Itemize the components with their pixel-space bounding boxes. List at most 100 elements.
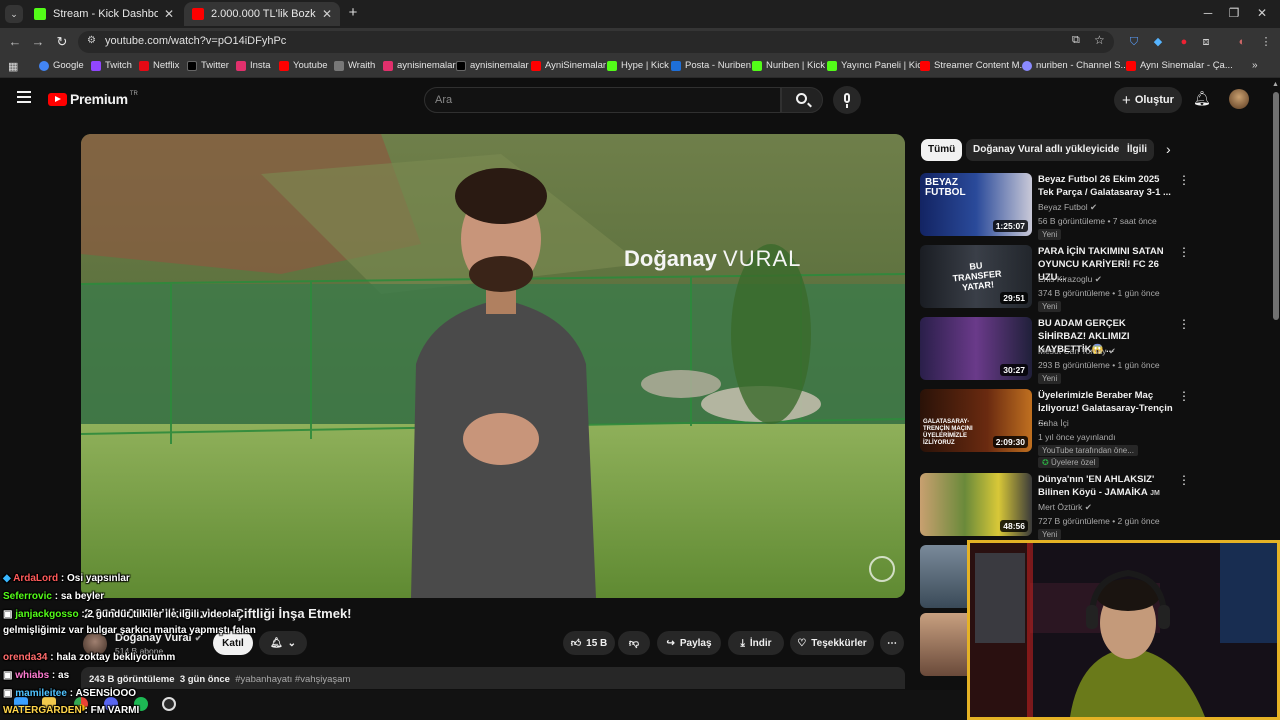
chip-from-uploader[interactable]: Doğanay Vural adlı yükleyiciden bbox=[966, 139, 1133, 161]
chat-badge-icon: ▣ bbox=[3, 688, 13, 699]
search-button[interactable] bbox=[781, 87, 823, 113]
avatar[interactable] bbox=[1229, 89, 1249, 109]
scroll-up-arrow[interactable]: ▲ bbox=[1272, 81, 1279, 88]
tab-close-icon[interactable]: ✕ bbox=[322, 7, 332, 21]
bookmark-star-icon[interactable]: ☆ bbox=[1094, 33, 1105, 47]
forward-icon[interactable]: → bbox=[28, 33, 48, 51]
bookmark-nuriben-kick[interactable]: Nuriben | Kick bbox=[752, 60, 825, 71]
related-video[interactable]: 48:56 Dünya'nın 'EN AHLAKSIZ' Bilinen Kö… bbox=[920, 473, 1190, 543]
share-button[interactable]: ↪ Paylaş bbox=[657, 631, 721, 655]
thumbnail-text: GALATASARAY-TRENÇİN MAÇINI ÜYELERİMİZLE … bbox=[923, 419, 973, 446]
new-tab-button[interactable]: + bbox=[345, 4, 361, 22]
tab-close-icon[interactable]: ✕ bbox=[164, 7, 174, 21]
bookmark-posta[interactable]: Posta - Nuriben bbox=[671, 60, 751, 71]
related-video[interactable]: BU TRANSFER YATAR! 29:51 PARA İÇİN TAKIM… bbox=[920, 245, 1190, 315]
more-options-icon[interactable]: ⋮ bbox=[1178, 173, 1190, 187]
extension-shield-icon[interactable]: ⛉ bbox=[1126, 34, 1142, 50]
video-thumbnail[interactable]: BEYAZ FUTBOL 1:25:07 bbox=[920, 173, 1032, 236]
browser-tab-kick-dashboard[interactable]: Stream - Kick Dashboard ✕ bbox=[26, 2, 182, 26]
related-video-thumbnail-partial[interactable] bbox=[920, 545, 968, 608]
reload-icon[interactable]: ↻ bbox=[52, 33, 72, 51]
page-scrollbar-thumb[interactable] bbox=[1273, 92, 1279, 320]
video-thumbnail[interactable]: 48:56 bbox=[920, 473, 1032, 536]
bookmark-hype-kick[interactable]: Hype | Kick bbox=[607, 60, 669, 71]
obs-icon[interactable] bbox=[162, 697, 176, 711]
extensions-puzzle-icon[interactable]: ⧈ bbox=[1198, 34, 1214, 50]
bookmark-ayni-sinemalar-ca[interactable]: Aynı Sinemalar - Ça... bbox=[1126, 60, 1233, 71]
channel-watermark-icon[interactable] bbox=[869, 556, 895, 582]
bookmark-channel-s[interactable]: nuriben - Channel S... bbox=[1022, 60, 1128, 71]
bookmark-netflix[interactable]: Netflix bbox=[139, 60, 179, 71]
maximize-window-button[interactable]: ❐ bbox=[1224, 4, 1244, 22]
video-player[interactable]: Doğanay VURAL bbox=[81, 134, 905, 598]
bookmark-aynisinemalar-x[interactable]: aynisinemalar bbox=[456, 60, 529, 71]
notifications-bell-icon[interactable]: 🔔︎ bbox=[1193, 90, 1211, 107]
related-meta: 727 B görüntüleme • 2 gün önce bbox=[1038, 516, 1160, 526]
bookmark-label: Twitch bbox=[105, 60, 132, 71]
bookmark-wraith[interactable]: Wraith bbox=[334, 60, 375, 71]
video-thumbnail[interactable]: 30:27 bbox=[920, 317, 1032, 380]
related-channel-name[interactable]: Saha İçi bbox=[1038, 418, 1069, 428]
cast-icon[interactable]: ⧉ bbox=[1072, 34, 1080, 47]
youtube-icon bbox=[1126, 60, 1136, 71]
chip-all[interactable]: Tümü bbox=[921, 139, 963, 161]
bookmark-aynisinemalar-yt[interactable]: AyniSinemalar bbox=[531, 60, 606, 71]
related-channel-name[interactable]: Beyaz Futbol ✔︎ bbox=[1038, 202, 1097, 213]
related-video[interactable]: 30:27 BU ADAM GERÇEK SİHİRBAZ! AKLIMIZI … bbox=[920, 317, 1190, 387]
bookmark-youtube[interactable]: Youtube bbox=[279, 60, 328, 71]
share-icon: ↪ bbox=[666, 637, 675, 649]
tab-search-button[interactable]: ⌄ bbox=[5, 5, 23, 23]
bookmark-twitch[interactable]: Twitch bbox=[91, 60, 132, 71]
apps-grid-icon[interactable]: ▦ bbox=[8, 60, 18, 73]
related-video[interactable]: GALATASARAY-TRENÇİN MAÇINI ÜYELERİMİZLE … bbox=[920, 389, 1190, 469]
address-bar[interactable]: ⚙ youtube.com/watch?v=pO14iDFyhPc ⧉ ☆ bbox=[78, 31, 1114, 53]
more-actions-button[interactable]: ⋯ bbox=[880, 631, 904, 655]
voice-search-button[interactable] bbox=[833, 86, 861, 114]
more-options-icon[interactable]: ⋮ bbox=[1178, 473, 1190, 487]
dislike-button[interactable]: 👎︎ bbox=[618, 631, 650, 655]
profile-icon[interactable]: ◐ bbox=[1234, 34, 1250, 50]
related-channel-name[interactable]: Enis Kirazoglu ✔︎ bbox=[1038, 274, 1102, 285]
extension-red-icon[interactable]: ● bbox=[1176, 34, 1192, 50]
related-video-title[interactable]: Beyaz Futbol 26 Ekim 2025 Tek Parça / Ga… bbox=[1038, 173, 1176, 199]
bookmark-google[interactable]: Google bbox=[39, 60, 84, 71]
description-box[interactable]: 243 B görüntüleme 3 gün önce #yabanhayat… bbox=[81, 667, 905, 689]
hashtags[interactable]: #yabanhayatı #vahşiyaşam bbox=[235, 674, 350, 685]
more-bookmarks-icon[interactable]: » bbox=[1252, 60, 1258, 71]
search-icon bbox=[796, 93, 807, 104]
bookmark-streamer-content[interactable]: Streamer Content M... bbox=[920, 60, 1027, 71]
chip-related[interactable]: İlgili bbox=[1120, 139, 1154, 161]
video-thumbnail[interactable]: GALATASARAY-TRENÇİN MAÇINI ÜYELERİMİZLE … bbox=[920, 389, 1032, 452]
like-button[interactable]: 👍︎ 15 B bbox=[563, 631, 615, 655]
related-video-title[interactable]: Dünya'nın 'EN AHLAKSIZ' Bilinen Köyü - J… bbox=[1038, 473, 1176, 500]
extension-bird-icon[interactable]: ◆ bbox=[1150, 34, 1166, 50]
more-options-icon[interactable]: ⋮ bbox=[1178, 245, 1190, 259]
download-button[interactable]: ⤓ İndir bbox=[728, 631, 784, 655]
close-window-button[interactable]: ✕ bbox=[1252, 4, 1272, 22]
back-icon[interactable]: ← bbox=[5, 33, 25, 51]
bookmark-twitter[interactable]: Twitter bbox=[187, 60, 229, 71]
search-input[interactable]: Ara bbox=[424, 87, 781, 113]
site-info-icon[interactable]: ⚙ bbox=[87, 35, 96, 46]
chips-next-chevron-icon[interactable]: › bbox=[1166, 141, 1171, 157]
more-options-icon[interactable]: ⋮ bbox=[1178, 389, 1190, 403]
subscription-bell-button[interactable]: 🔔︎ ⌄ bbox=[259, 631, 307, 655]
menu-kebab-icon[interactable]: ⋮ bbox=[1258, 34, 1274, 50]
thanks-button[interactable]: ♡ Teşekkürler bbox=[790, 631, 874, 655]
related-channel-name[interactable]: Mert Öztürk ✔︎ bbox=[1038, 502, 1092, 513]
related-video[interactable]: BEYAZ FUTBOL 1:25:07 Beyaz Futbol 26 Eki… bbox=[920, 173, 1190, 243]
bookmark-aynisinemalar-insta[interactable]: aynisinemalar bbox=[383, 60, 456, 71]
related-channel-name[interactable]: Mesut Can Tomay ✔︎ bbox=[1038, 346, 1116, 357]
hamburger-menu-icon[interactable] bbox=[17, 91, 31, 103]
bookmark-yayinci-paneli[interactable]: Yayıncı Paneli | Kick bbox=[827, 60, 927, 71]
youtube-premium-logo[interactable]: Premium TR bbox=[48, 91, 138, 107]
youtube-play-logo-icon bbox=[48, 92, 67, 106]
bookmark-insta[interactable]: Insta bbox=[236, 60, 271, 71]
minimize-window-button[interactable]: ─ bbox=[1198, 4, 1218, 22]
more-options-icon[interactable]: ⋮ bbox=[1178, 317, 1190, 331]
video-thumbnail[interactable]: BU TRANSFER YATAR! 29:51 bbox=[920, 245, 1032, 308]
browser-tab-youtube-video[interactable]: 2.000.000 TL'lik Bozkurt Çiftliği ✕ bbox=[184, 2, 340, 26]
create-button[interactable]: + Oluştur bbox=[1114, 87, 1182, 113]
webcam-frame bbox=[970, 543, 1277, 717]
related-video-thumbnail-partial[interactable] bbox=[920, 613, 968, 676]
